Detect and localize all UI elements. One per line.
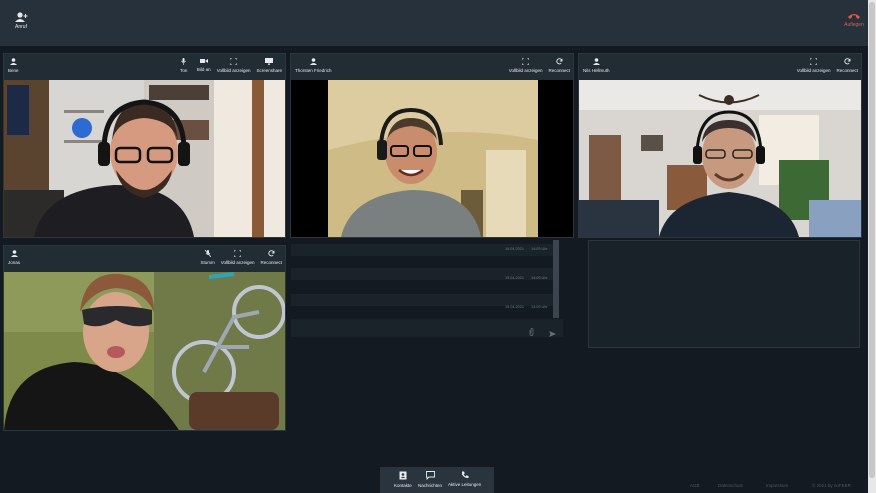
camera-button[interactable]: Bild an (197, 58, 211, 73)
participant-name: Jonas (8, 250, 20, 265)
screenshare-button[interactable]: Screenshare (256, 58, 282, 73)
user-icon (8, 58, 19, 65)
messages-button[interactable]: Nachrichten (418, 471, 442, 488)
footer-imprint[interactable]: Impressum (766, 483, 788, 488)
fullscreen-icon (797, 58, 831, 65)
hangup-button[interactable]: Auflegen (842, 12, 866, 28)
video-feed-thorsten (291, 80, 573, 237)
active-calls-button[interactable]: Aktive Leitungen (448, 471, 481, 487)
footer-agb[interactable]: AGB (690, 483, 700, 488)
chat-time: 14:09 Uhr (531, 247, 548, 251)
hangup-phone-icon (842, 12, 866, 20)
reconnect-button[interactable]: Reconnect (548, 58, 570, 73)
microphone-icon (177, 58, 191, 65)
panel-header: Thorsten Friedrich Vollbild anzeigen Rec… (291, 54, 573, 80)
reconnect-button[interactable]: Reconnect (260, 250, 282, 265)
page-scrollbar-thumb[interactable] (869, 2, 875, 478)
participant-name: Bene (8, 58, 19, 73)
message-icon (418, 471, 442, 480)
participant-panel-nils: Nils Hellmuth Vollbild anzeigen Reconnec… (578, 53, 862, 238)
reconnect-icon (260, 250, 282, 257)
video-feed-nils (579, 80, 861, 237)
fullscreen-icon (217, 58, 251, 65)
send-icon[interactable] (549, 324, 556, 342)
chat-date: 19.04.2021 (505, 276, 525, 280)
fullscreen-icon (221, 250, 255, 257)
phone-icon (448, 471, 481, 479)
chat-input[interactable] (291, 319, 563, 337)
mute-button[interactable]: Ton (177, 58, 191, 73)
footer-privacy[interactable]: Datenschutz (718, 483, 743, 488)
fullscreen-icon (509, 58, 543, 65)
user-icon (583, 58, 610, 65)
screen-share-icon (256, 58, 282, 65)
participant-panel-thorsten: Thorsten Friedrich Vollbild anzeigen Rec… (290, 53, 574, 238)
video-feed-bene (4, 80, 285, 237)
panel-header: Bene Ton Bild an Vollbild anzeigen Scree… (4, 54, 285, 80)
reconnect-icon (548, 58, 570, 65)
top-bar (0, 0, 868, 46)
panel-header: Jonas Stumm Vollbild anzeigen Reconnect (4, 246, 285, 272)
user-icon (295, 58, 332, 65)
reconnect-button[interactable]: Reconnect (836, 58, 858, 73)
add-person-icon (10, 12, 32, 22)
chat-time: 14:09 Uhr (531, 305, 548, 309)
footer-copyright: © 2021 by noFEER (812, 483, 851, 488)
chat-date: 19.04.2021 (505, 247, 525, 251)
microphone-off-icon (200, 250, 214, 257)
participant-panel-bene: Bene Ton Bild an Vollbild anzeigen Scree… (3, 53, 286, 238)
fullscreen-button[interactable]: Vollbild anzeigen (797, 58, 831, 73)
fullscreen-button[interactable]: Vollbild anzeigen (509, 58, 543, 73)
call-label: Anruf (15, 24, 27, 30)
video-feed-jonas (4, 272, 285, 430)
attach-icon[interactable] (529, 323, 534, 341)
video-camera-icon (197, 58, 211, 64)
chat-scrollbar[interactable] (553, 240, 559, 318)
user-icon (8, 250, 20, 257)
participant-name: Nils Hellmuth (583, 58, 610, 73)
participant-panel-jonas: Jonas Stumm Vollbild anzeigen Reconnect (3, 245, 286, 431)
chat-time: 14:09 Uhr (531, 276, 548, 280)
stumm-button[interactable]: Stumm (200, 250, 215, 265)
fullscreen-button[interactable]: Vollbild anzeigen (217, 58, 251, 73)
panel-header: Nils Hellmuth Vollbild anzeigen Reconnec… (579, 54, 861, 80)
fullscreen-button[interactable]: Vollbild anzeigen (221, 250, 255, 265)
participant-name: Thorsten Friedrich (295, 58, 332, 73)
chat-date: 19.04.2021 (505, 305, 525, 309)
contacts-button[interactable]: Kontakte (394, 471, 412, 488)
reconnect-icon (836, 58, 858, 65)
hangup-label: Auflegen (844, 22, 864, 28)
contacts-icon (394, 471, 412, 480)
call-button[interactable]: Anruf (10, 12, 32, 30)
empty-panel (588, 240, 860, 348)
bottom-bar: Kontakte Nachrichten Aktive Leitungen (380, 467, 494, 493)
